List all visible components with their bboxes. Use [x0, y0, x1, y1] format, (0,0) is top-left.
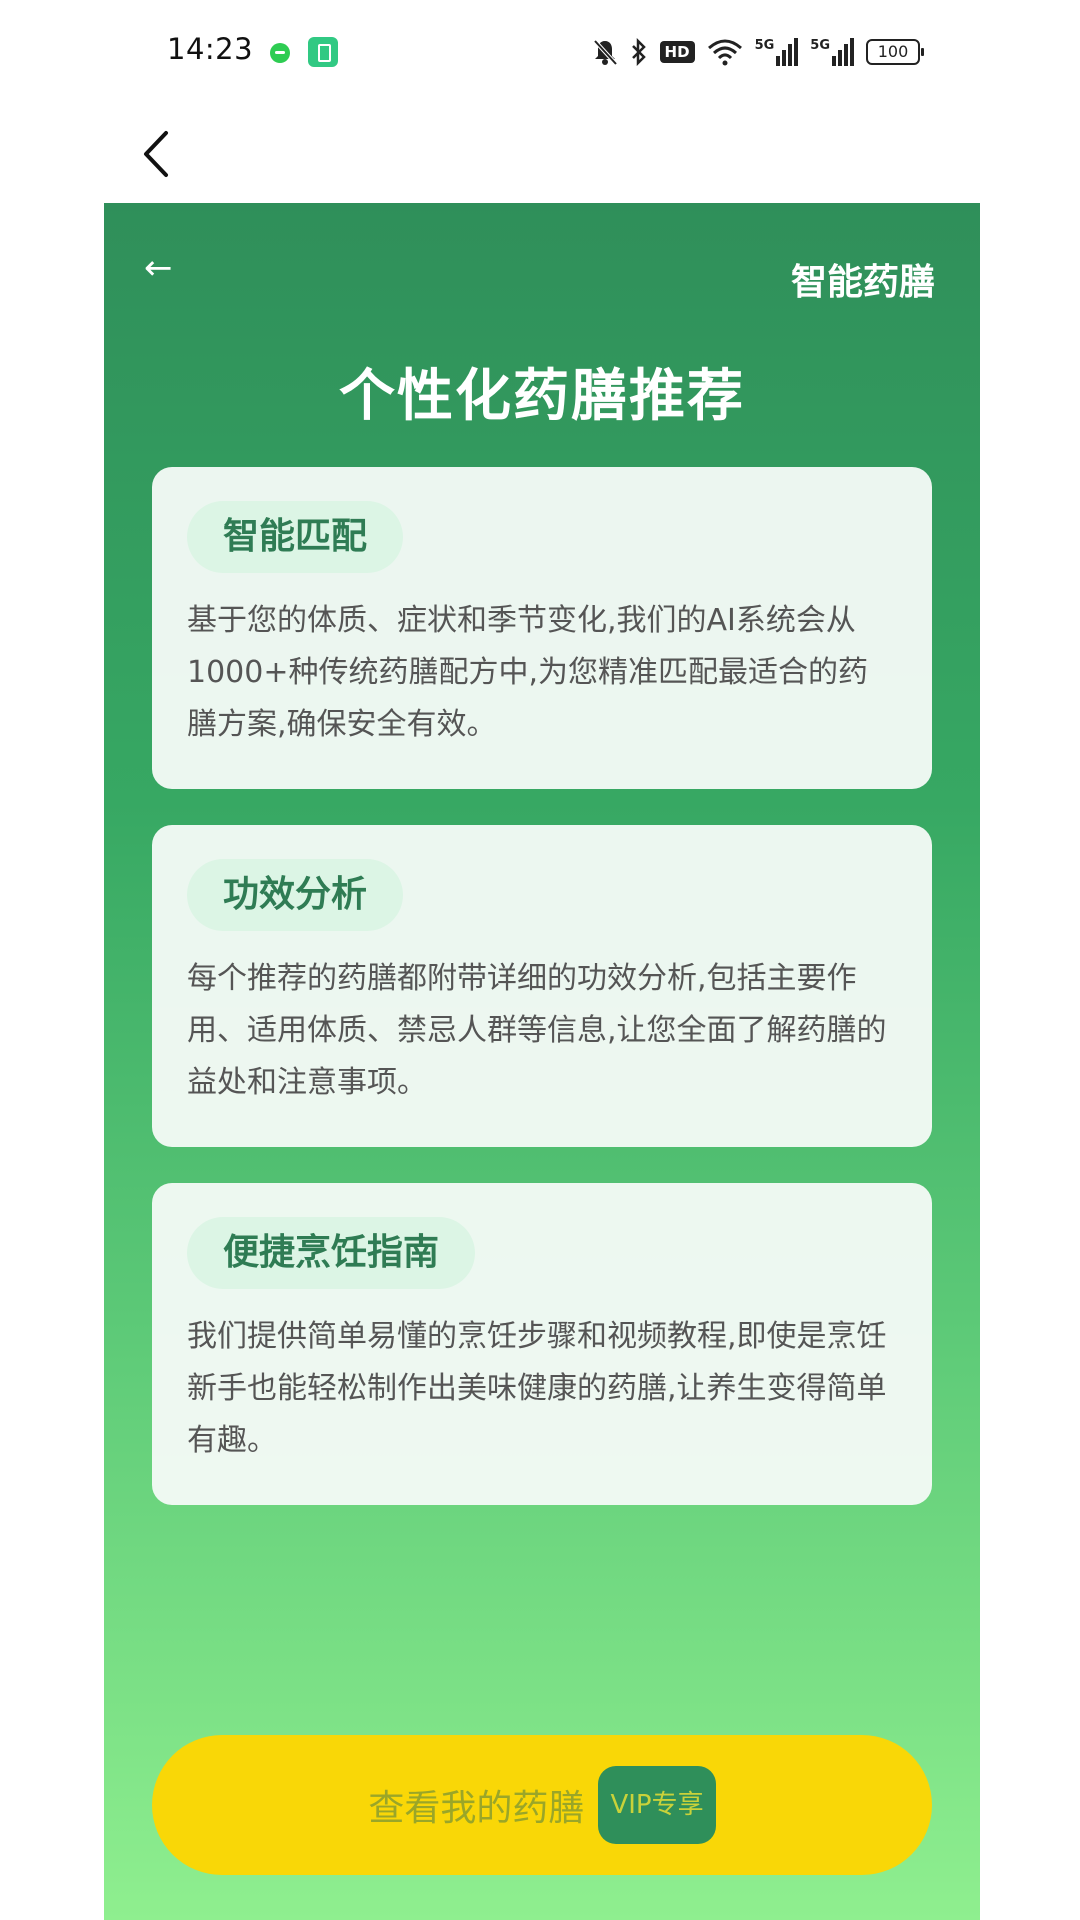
bluetooth-icon — [631, 38, 646, 66]
feature-card: 智能匹配 基于您的体质、症状和季节变化,我们的AI系统会从1000+种传统药膳配… — [152, 467, 932, 789]
chat-notification-icon — [270, 43, 290, 63]
feature-card: 功效分析 每个推荐的药膳都附带详细的功效分析,包括主要作用、适用体质、禁忌人群等… — [152, 825, 932, 1147]
card-body: 基于您的体质、症状和季节变化,我们的AI系统会从1000+种传统药膳配方中,为您… — [187, 603, 869, 742]
cta-label: 查看我的药膳 — [368, 1788, 585, 1829]
chevron-left-icon[interactable] — [138, 129, 178, 179]
hd-icon: HD — [659, 41, 695, 63]
view-my-recipes-button[interactable]: 查看我的药膳 VIP专享 — [152, 1735, 932, 1875]
wifi-icon — [707, 39, 742, 66]
battery-saver-app-icon — [308, 37, 338, 67]
app-label: 智能药膳 — [790, 262, 935, 303]
signal-5g-icon: 5G — [810, 38, 854, 66]
mute-icon — [593, 39, 618, 66]
card-tag: 智能匹配 — [187, 501, 404, 573]
page-title: 个性化药膳推荐 — [339, 364, 745, 429]
back-arrow-icon[interactable]: ← — [144, 251, 173, 285]
signal-5g-icon: 5G — [755, 38, 799, 66]
vip-badge: VIP专享 — [598, 1766, 716, 1844]
card-body: 我们提供简单易懂的烹饪步骤和视频教程,即使是烹饪新手也能轻松制作出美味健康的药膳… — [187, 1319, 887, 1458]
status-time: 14:23 — [167, 32, 254, 66]
status-bar: 14:23 HD 5G 5G 100 — [0, 0, 1080, 105]
card-tag: 功效分析 — [187, 859, 404, 931]
card-tag: 便捷烹饪指南 — [187, 1217, 476, 1289]
top-nav-bar — [0, 105, 1080, 203]
battery-icon: 100 — [866, 39, 924, 65]
card-body: 每个推荐的药膳都附带详细的功效分析,包括主要作用、适用体质、禁忌人群等信息,让您… — [187, 961, 887, 1100]
app-content: ← 智能药膳 个性化药膳推荐 智能匹配 基于您的体质、症状和季节变化,我们的AI… — [104, 203, 980, 1920]
feature-card: 便捷烹饪指南 我们提供简单易懂的烹饪步骤和视频教程,即使是烹饪新手也能轻松制作出… — [152, 1183, 932, 1505]
system-icons: HD 5G 5G 100 — [592, 34, 924, 70]
